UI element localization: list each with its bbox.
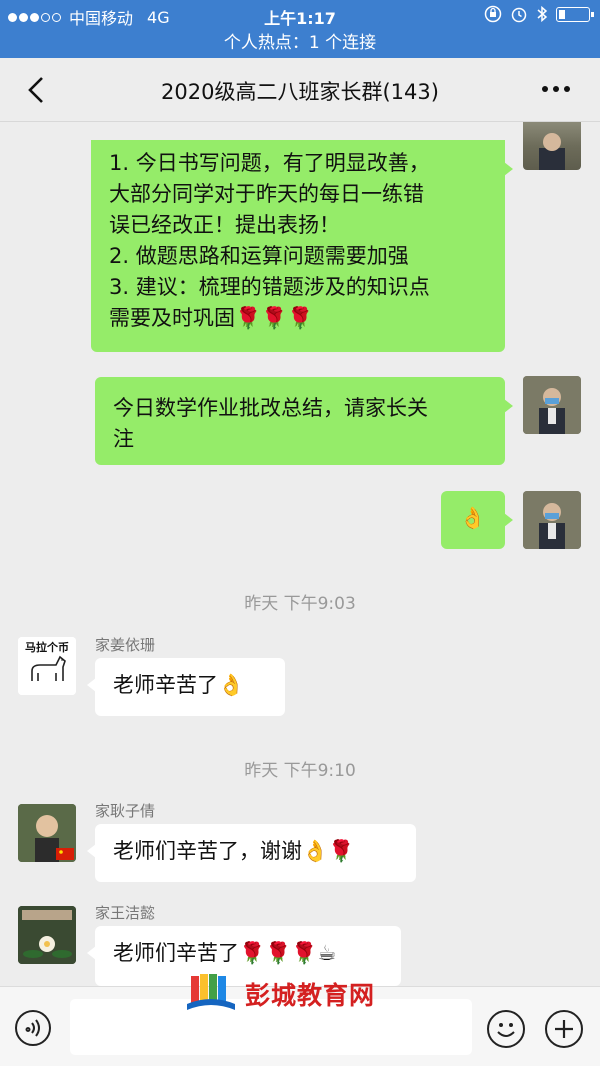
watermark-text: 彭城教育网 — [245, 981, 376, 1010]
sender-name: 家耿子倩 — [95, 802, 156, 820]
avatar[interactable]: 马拉个币 — [18, 637, 76, 695]
message-text: 老师们辛苦了，谢谢👌🌹 — [113, 839, 355, 863]
message-line: 3. 建议：梳理的错题涉及的知识点 — [109, 275, 430, 299]
timestamp: 昨天 下午9:03 — [244, 594, 356, 614]
avatar[interactable] — [18, 804, 76, 862]
message-line: 1. 今日书写问题，有了明显改善， — [109, 151, 430, 175]
message-line: 注 — [113, 427, 134, 451]
battery-icon — [556, 6, 594, 22]
message-line: 2. 做题思路和运算问题需要加强 — [109, 244, 409, 268]
voice-input-icon[interactable] — [15, 1010, 51, 1046]
timestamp: 昨天 下午9:10 — [244, 761, 356, 781]
message-line: 需要及时巩固🌹🌹🌹 — [109, 306, 314, 330]
message-line: 大部分同学对于昨天的每日一练错 — [109, 182, 424, 206]
message-bubble[interactable]: 今日数学作业批改总结，请家长关 注 — [95, 377, 513, 465]
status-icons — [484, 5, 594, 23]
plus-icon[interactable] — [545, 1010, 583, 1048]
avatar[interactable] — [523, 376, 581, 434]
emoji-ok-icon: 👌 — [459, 506, 487, 530]
alarm-icon — [511, 7, 527, 23]
watermark: 彭城教育网 — [185, 972, 375, 1016]
emoji-icon[interactable] — [487, 1010, 525, 1048]
sender-name: 家王洁懿 — [95, 904, 156, 922]
avatar[interactable] — [523, 122, 581, 170]
message-bubble[interactable]: 老师辛苦了👌 — [87, 658, 285, 716]
chat-header: 2020级高二八班家长群(143) — [0, 58, 600, 122]
message-text: 老师辛苦了👌 — [113, 673, 245, 697]
message-bubble[interactable]: 老师们辛苦了，谢谢👌🌹 — [87, 824, 416, 882]
message-line: 误已经改正！提出表扬！ — [109, 213, 340, 237]
hotspot-banner[interactable]: 个人热点：1 个连接 — [0, 30, 600, 58]
avatar[interactable] — [523, 491, 581, 549]
message-text: 老师们辛苦了🌹🌹🌹☕ — [113, 941, 337, 965]
bluetooth-icon — [537, 5, 548, 23]
avatar[interactable] — [18, 906, 76, 964]
chat-title: 2020级高二八班家长群(143) — [161, 80, 439, 104]
avatar-label: 马拉个币 — [25, 641, 69, 654]
message-bubble[interactable]: 👌 — [441, 491, 513, 549]
sender-name: 家姜依珊 — [95, 636, 156, 654]
book-logo-icon — [187, 974, 235, 1010]
message-line: 今日数学作业批改总结，请家长关 — [113, 396, 428, 420]
message-bubble[interactable]: 1. 今日书写问题，有了明显改善， 大部分同学对于昨天的每日一练错 误已经改正！… — [91, 140, 513, 352]
orientation-lock-icon — [484, 5, 502, 23]
more-options-icon[interactable] — [542, 86, 570, 92]
status-bar: 中国移动 4G 上午1:17 — [0, 0, 600, 30]
